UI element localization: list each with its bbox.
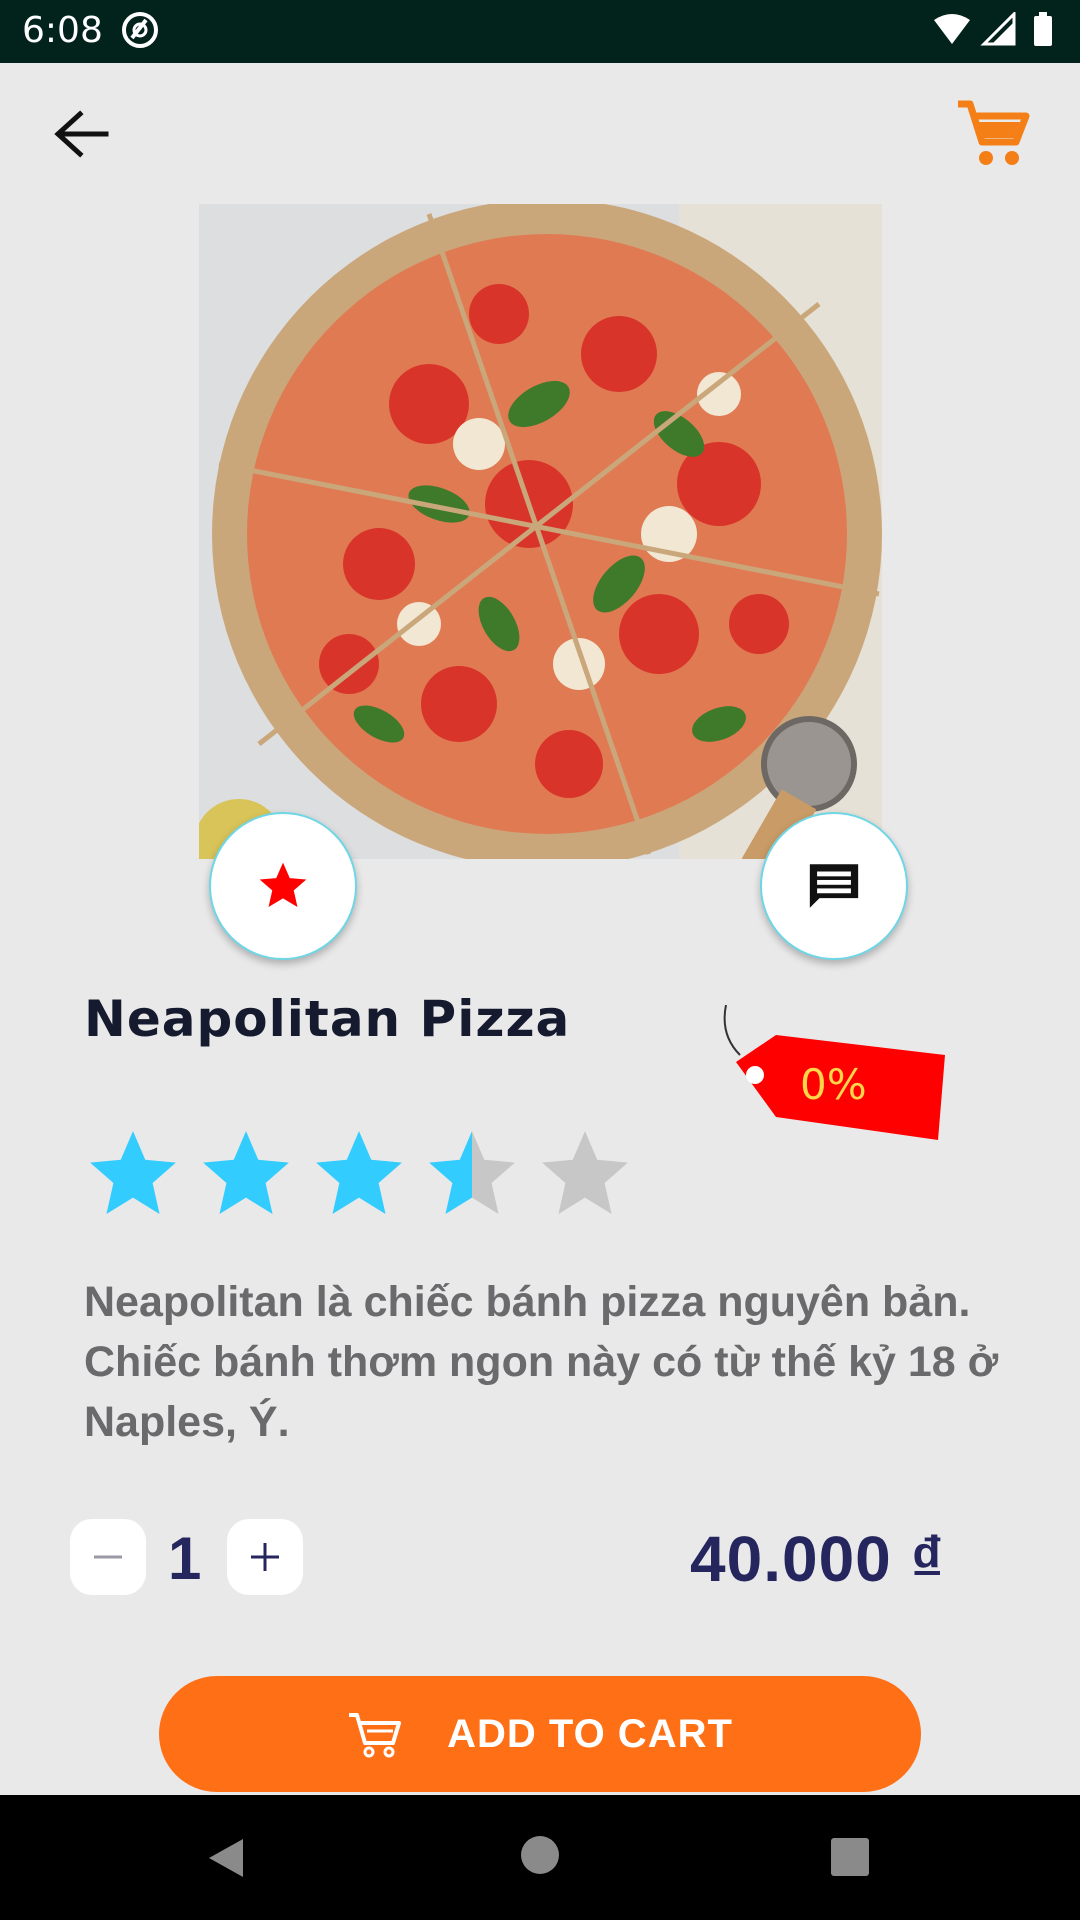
status-time: 6:08 (22, 10, 103, 51)
star-full-icon (316, 1131, 402, 1215)
product-price: 40.000 ₫ (690, 1523, 945, 1595)
quantity-value: 1 (168, 1525, 202, 1592)
increase-quantity-button[interactable] (227, 1519, 303, 1595)
star-half-icon (429, 1131, 515, 1215)
battery-icon (1034, 16, 1052, 46)
comment-icon (809, 864, 859, 908)
app-notification-icon (122, 12, 158, 48)
star-full-icon (90, 1131, 176, 1215)
rating-stars (84, 1125, 644, 1225)
discount-label: 0% (800, 1060, 867, 1109)
arrow-left-icon (54, 110, 109, 158)
star-icon (259, 862, 307, 907)
nav-home-icon[interactable] (520, 1835, 560, 1875)
plus-icon (251, 1543, 279, 1571)
add-to-cart-label: ADD TO CART (447, 1711, 733, 1756)
back-button[interactable] (46, 100, 118, 172)
minus-icon (94, 1555, 122, 1559)
product-description: Neapolitan là chiếc bánh pizza nguyên bả… (84, 1278, 999, 1446)
favorite-button[interactable] (209, 812, 357, 960)
wifi-icon (934, 14, 970, 44)
cart-button[interactable] (954, 96, 1030, 172)
product-image (199, 204, 882, 859)
star-full-icon (203, 1131, 289, 1215)
star-empty-icon (542, 1131, 628, 1215)
nav-recents-icon[interactable] (830, 1837, 870, 1877)
shopping-cart-icon (958, 100, 1030, 165)
status-bar: 6:08 (0, 0, 1080, 63)
system-status-icons (934, 12, 1052, 46)
product-title: Neapolitan Pizza (84, 990, 571, 1048)
add-to-cart-button[interactable]: ADD TO CART (159, 1676, 921, 1792)
cart-outline-icon (349, 1713, 402, 1758)
nav-back-icon[interactable] (203, 1835, 249, 1881)
decrease-quantity-button[interactable] (70, 1519, 146, 1595)
system-nav-bar (0, 1795, 1080, 1920)
comment-button[interactable] (760, 812, 908, 960)
